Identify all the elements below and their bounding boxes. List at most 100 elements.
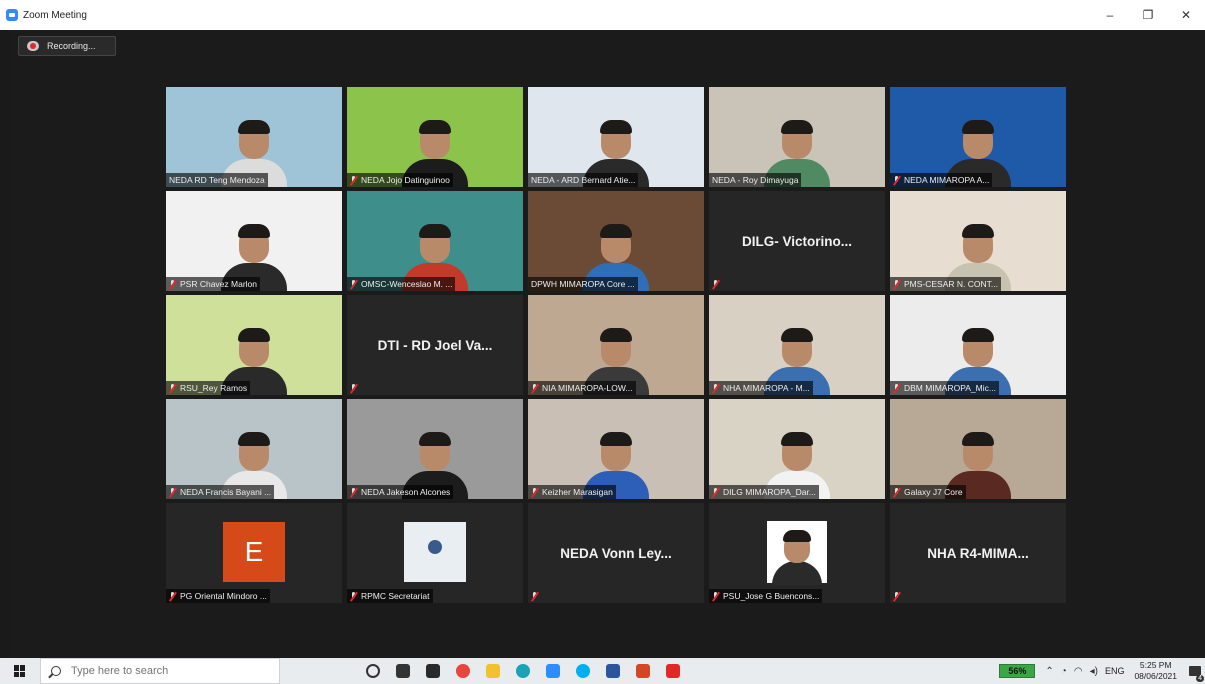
title-bar: Zoom Meeting – ❐ ✕ (0, 0, 1205, 30)
language-indicator[interactable]: ENG (1105, 666, 1125, 676)
clock-time: 5:25 PM (1139, 660, 1172, 670)
participant-name: NEDA Francis Bayani ... (180, 487, 272, 497)
participant-tile[interactable]: NEDA MIMAROPA A... (890, 87, 1066, 187)
participant-tile[interactable]: NEDA Vonn Ley... (528, 503, 704, 603)
mic-muted-icon (893, 383, 900, 393)
participant-tile[interactable]: RSU_Rey Ramos (166, 295, 342, 395)
participant-tile[interactable]: Galaxy J7 Core (890, 399, 1066, 499)
participant-name: Keizher Marasigan (542, 487, 613, 497)
participant-video (166, 191, 342, 291)
participant-name-label: NEDA Jojo Datinguinoo (347, 173, 453, 187)
participant-video (528, 87, 704, 187)
participant-name-label: Galaxy J7 Core (890, 485, 966, 499)
participant-tile[interactable]: NHA R4-MIMA... (890, 503, 1066, 603)
participant-tile[interactable]: DILG MIMAROPA_Dar... (709, 399, 885, 499)
wifi-icon[interactable]: ◠ (1074, 666, 1083, 677)
task-view-taskbar-button[interactable] (388, 658, 418, 684)
participant-tile[interactable]: DBM MIMAROPA_Mic... (890, 295, 1066, 395)
participant-name: PSR Chavez Marlon (180, 279, 258, 289)
participant-name: Galaxy J7 Core (904, 487, 963, 497)
participant-video (890, 191, 1066, 291)
cortana-icon (366, 664, 380, 678)
search-icon (51, 666, 61, 676)
participant-tile[interactable]: NHA MIMAROPA - M... (709, 295, 885, 395)
windows-icon (14, 665, 26, 677)
participant-name-label: NEDA RD Teng Mendoza (166, 173, 268, 187)
network-icon[interactable]: ◔ (1061, 666, 1067, 677)
taskbar-search[interactable] (40, 658, 280, 684)
participant-video (347, 87, 523, 187)
participant-tile[interactable]: NIA MIMAROPA-LOW... (528, 295, 704, 395)
mic-muted-icon (893, 591, 900, 601)
participant-tile[interactable]: OMSC-Wenceslao M. ... (347, 191, 523, 291)
zoom-taskbar-button[interactable] (538, 658, 568, 684)
participant-tile[interactable]: NEDA - ARD Bernard Atie... (528, 87, 704, 187)
window-controls: – ❐ ✕ (1091, 0, 1205, 30)
participant-tile[interactable]: PMS-CESAR N. CONT... (890, 191, 1066, 291)
participant-tile[interactable]: NEDA RD Teng Mendoza (166, 87, 342, 187)
participant-tile[interactable]: DILG- Victorino... (709, 191, 885, 291)
participant-tile[interactable]: NEDA Francis Bayani ... (166, 399, 342, 499)
participant-name-label: OMSC-Wenceslao M. ... (347, 277, 456, 291)
mic-muted-icon (712, 591, 719, 601)
participant-name-label: PSU_Jose G Buencons... (709, 589, 823, 603)
participant-name: NEDA Jakeson Alcones (361, 487, 451, 497)
taskbar: 56% ⌃ ◔ ◠ ◂) ENG 5:25 PM 08/06/2021 4 (0, 658, 1205, 684)
powerpoint-taskbar-button[interactable] (628, 658, 658, 684)
participant-name-label: RSU_Rey Ramos (166, 381, 251, 395)
participant-display-name: NHA R4-MIMA... (927, 545, 1029, 561)
chrome-icon (456, 664, 470, 678)
mic-muted-icon (893, 487, 900, 497)
system-tray: 56% ⌃ ◔ ◠ ◂) ENG 5:25 PM 08/06/2021 4 (999, 658, 1205, 684)
chrome-taskbar-button[interactable] (448, 658, 478, 684)
file-explorer-taskbar-button[interactable] (478, 658, 508, 684)
volume-icon[interactable]: ◂) (1090, 666, 1098, 677)
participant-name: NEDA RD Teng Mendoza (169, 175, 265, 185)
cortana-taskbar-button[interactable] (358, 658, 388, 684)
participant-display-name: DTI - RD Joel Va... (377, 337, 493, 353)
recording-indicator[interactable]: Recording... (18, 36, 116, 56)
participant-tile[interactable]: Keizher Marasigan (528, 399, 704, 499)
minimize-button[interactable]: – (1091, 0, 1129, 30)
media-taskbar-button[interactable] (418, 658, 448, 684)
participant-name: NHA MIMAROPA - M... (723, 383, 810, 393)
chevron-up-icon[interactable]: ⌃ (1045, 666, 1053, 677)
participant-display-name: DILG- Victorino... (741, 233, 852, 249)
participant-video (166, 399, 342, 499)
participant-tile[interactable]: NEDA - Roy Dimayuga (709, 87, 885, 187)
participant-tile[interactable]: DPWH MIMAROPA Core ... (528, 191, 704, 291)
participant-video (890, 87, 1066, 187)
clock[interactable]: 5:25 PM 08/06/2021 (1134, 660, 1177, 682)
file-explorer-icon (486, 664, 500, 678)
mic-muted-icon (893, 175, 900, 185)
participant-tile[interactable]: PSR Chavez Marlon (166, 191, 342, 291)
gallery-view: NEDA RD Teng Mendoza NEDA Jojo Datinguino… (166, 87, 1066, 603)
edge-taskbar-button[interactable] (508, 658, 538, 684)
maximize-button[interactable]: ❐ (1129, 0, 1167, 30)
participant-tile[interactable]: NEDA Jakeson Alcones (347, 399, 523, 499)
skype-taskbar-button[interactable] (568, 658, 598, 684)
participant-video (709, 87, 885, 187)
participant-tile[interactable]: RPMC Secretariat (347, 503, 523, 603)
mic-muted-icon (531, 383, 538, 393)
mic-muted-icon (350, 383, 357, 393)
participant-name-label: Keizher Marasigan (528, 485, 616, 499)
start-button[interactable] (0, 658, 40, 684)
mic-muted-icon (531, 591, 538, 601)
mic-muted-icon (169, 591, 176, 601)
participant-tile[interactable]: DTI - RD Joel Va... (347, 295, 523, 395)
close-button[interactable]: ✕ (1167, 0, 1205, 30)
battery-indicator[interactable]: 56% (999, 664, 1036, 678)
participant-name: NEDA MIMAROPA A... (904, 175, 990, 185)
participant-video (890, 399, 1066, 499)
acrobat-taskbar-button[interactable] (658, 658, 688, 684)
participant-tile[interactable]: NEDA Jojo Datinguinoo (347, 87, 523, 187)
participant-name: DPWH MIMAROPA Core ... (531, 279, 635, 289)
word-taskbar-button[interactable] (598, 658, 628, 684)
search-input[interactable] (71, 665, 261, 677)
participant-name: OMSC-Wenceslao M. ... (361, 279, 453, 289)
participant-tile[interactable]: PSU_Jose G Buencons... (709, 503, 885, 603)
notifications-button[interactable]: 4 (1185, 658, 1205, 684)
participant-tile[interactable]: E PG Oriental Mindoro ... (166, 503, 342, 603)
participant-name: NEDA Jojo Datinguinoo (361, 175, 450, 185)
